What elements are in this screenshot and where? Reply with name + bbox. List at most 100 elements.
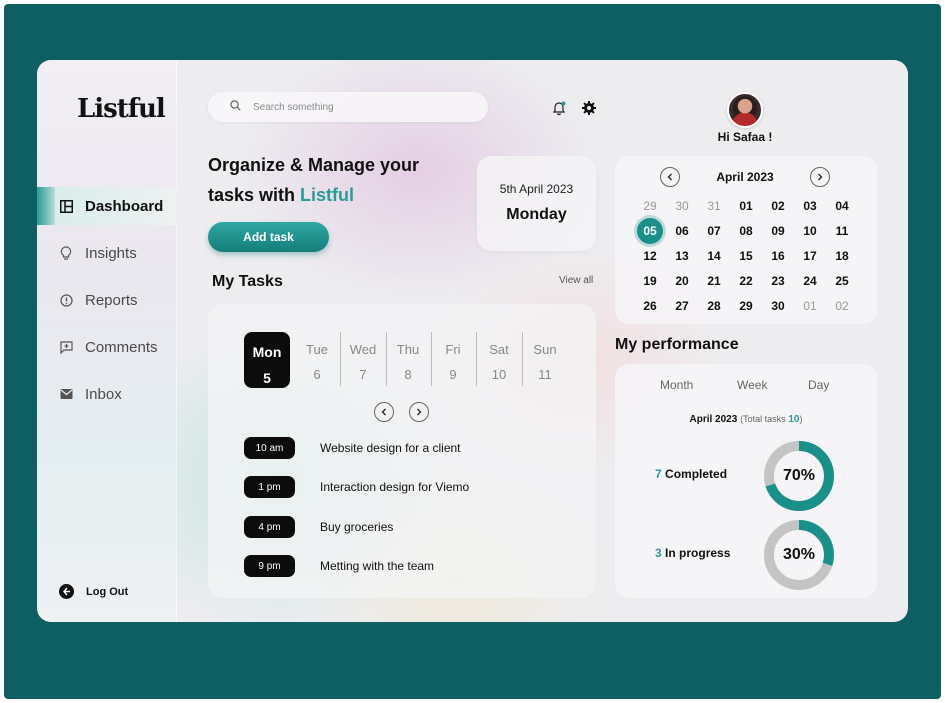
completed-percent: 70% [782, 467, 816, 484]
days-next-button[interactable] [409, 402, 429, 422]
calendar-day[interactable]: 07 [701, 218, 727, 244]
sidebar: Listful Dashboard Insights Reports Comme… [37, 60, 177, 622]
task-row[interactable]: 4 pm Buy groceries [244, 515, 393, 539]
total-tasks-value: 10 [788, 414, 800, 425]
hero-title-accent: Listful [300, 185, 355, 205]
sidebar-item-insights[interactable]: Insights [37, 234, 177, 272]
day-mon[interactable]: Mon 5 [244, 332, 290, 388]
calendar-day[interactable]: 01 [733, 193, 759, 219]
day-wed[interactable]: Wed 7 [340, 330, 386, 386]
day-sun[interactable]: Sun 11 [522, 330, 568, 386]
calendar-prev-button[interactable] [660, 167, 680, 187]
day-tue[interactable]: Tue 6 [294, 330, 340, 386]
notification-bell-icon[interactable] [551, 100, 567, 116]
calendar-day[interactable]: 08 [733, 218, 759, 244]
calendar-day[interactable]: 25 [829, 268, 855, 294]
chevron-right-icon [818, 173, 823, 181]
day-sat[interactable]: Sat 10 [476, 330, 522, 386]
calendar-day[interactable]: 31 [701, 193, 727, 219]
calendar-next-button[interactable] [810, 167, 830, 187]
chevron-right-icon [417, 408, 422, 416]
sidebar-item-dashboard[interactable]: Dashboard [37, 187, 177, 225]
my-tasks-title: My Tasks [212, 273, 283, 290]
calendar-day[interactable]: 20 [669, 268, 695, 294]
calendar-day[interactable]: 29 [733, 293, 759, 319]
calendar-day[interactable]: 02 [829, 293, 855, 319]
in-progress-stat: 3 In progress [655, 546, 730, 560]
view-all-link[interactable]: View all [559, 275, 593, 286]
lightbulb-icon [59, 246, 73, 260]
total-tasks-prefix: (Total tasks [740, 414, 786, 424]
calendar-day[interactable]: 29 [637, 193, 663, 219]
calendar-day[interactable]: 10 [797, 218, 823, 244]
calendar-day[interactable]: 11 [829, 218, 855, 244]
day-name: Tue [306, 342, 328, 357]
in-progress-count: 3 [655, 546, 662, 560]
info-icon [59, 293, 73, 307]
calendar-day[interactable]: 02 [765, 193, 791, 219]
performance-period: April 2023 (Total tasks 10) [615, 414, 877, 425]
search-icon [230, 98, 241, 116]
tasks-card: Mon 5 Tue 6 Wed 7 Thu 8 Fri 9 Sat 10 Sun 11 10 am Webs… [208, 304, 596, 598]
tab-week[interactable]: Week [737, 378, 767, 392]
performance-card: Month Week Day April 2023 (Total tasks 1… [615, 364, 877, 598]
calendar-day[interactable]: 16 [765, 243, 791, 269]
calendar-day[interactable]: 27 [669, 293, 695, 319]
settings-gear-icon[interactable] [581, 100, 597, 116]
task-row[interactable]: 1 pm Interaction design for Viemo [244, 475, 469, 499]
calendar-day[interactable]: 30 [765, 293, 791, 319]
calendar-day[interactable]: 26 [637, 293, 663, 319]
logout-icon [59, 584, 74, 599]
today-date: 5th April 2023 [499, 182, 574, 196]
task-row[interactable]: 10 am Website design for a client [244, 436, 461, 460]
task-time: 10 am [244, 437, 295, 459]
calendar-day[interactable]: 13 [669, 243, 695, 269]
task-time: 4 pm [244, 516, 295, 538]
day-thu[interactable]: Thu 8 [385, 330, 431, 386]
day-date: 9 [449, 367, 457, 382]
calendar-day[interactable]: 12 [637, 243, 663, 269]
day-name: Sat [489, 342, 509, 357]
search-bar[interactable] [208, 92, 488, 122]
calendar-day[interactable]: 09 [765, 218, 791, 244]
calendar-day[interactable]: 23 [765, 268, 791, 294]
task-title: Buy groceries [320, 520, 394, 534]
tab-month[interactable]: Month [660, 378, 693, 392]
calendar-day[interactable]: 30 [669, 193, 695, 219]
calendar-day[interactable]: 22 [733, 268, 759, 294]
inbox-icon [59, 387, 73, 401]
today-date-card: 5th April 2023 Monday [477, 156, 596, 251]
search-input[interactable] [253, 101, 473, 113]
calendar-day[interactable]: 06 [669, 218, 695, 244]
day-name: Sun [533, 342, 557, 357]
calendar-day[interactable]: 17 [797, 243, 823, 269]
sidebar-item-inbox[interactable]: Inbox [37, 375, 177, 413]
calendar-day[interactable]: 14 [701, 243, 727, 269]
calendar-day[interactable]: 01 [797, 293, 823, 319]
calendar-day[interactable]: 24 [797, 268, 823, 294]
calendar-day[interactable]: 15 [733, 243, 759, 269]
logout-button[interactable]: Log Out [59, 584, 128, 599]
calendar-day[interactable]: 03 [797, 193, 823, 219]
calendar-day[interactable]: 05 [637, 218, 663, 244]
tab-day[interactable]: Day [808, 378, 829, 392]
chevron-left-icon [381, 408, 386, 416]
add-task-button[interactable]: Add task [208, 222, 329, 252]
day-fri[interactable]: Fri 9 [430, 330, 476, 386]
task-row[interactable]: 9 pm Metting with the team [244, 554, 434, 578]
calendar-day[interactable]: 18 [829, 243, 855, 269]
comment-icon [59, 340, 73, 354]
sidebar-item-label: Reports [85, 291, 138, 309]
calendar-day[interactable]: 04 [829, 193, 855, 219]
calendar-day[interactable]: 21 [701, 268, 727, 294]
hero-title-line1: Organize & Manage your [208, 155, 420, 175]
sidebar-item-reports[interactable]: Reports [37, 281, 177, 319]
calendar-day[interactable]: 19 [637, 268, 663, 294]
calendar-month-label: April 2023 [716, 170, 774, 184]
user-avatar[interactable] [727, 92, 763, 128]
sidebar-item-comments[interactable]: Comments [37, 328, 177, 366]
day-name: Thu [396, 342, 420, 357]
days-prev-button[interactable] [374, 402, 394, 422]
calendar-day[interactable]: 28 [701, 293, 727, 319]
day-name: Mon [252, 344, 282, 360]
